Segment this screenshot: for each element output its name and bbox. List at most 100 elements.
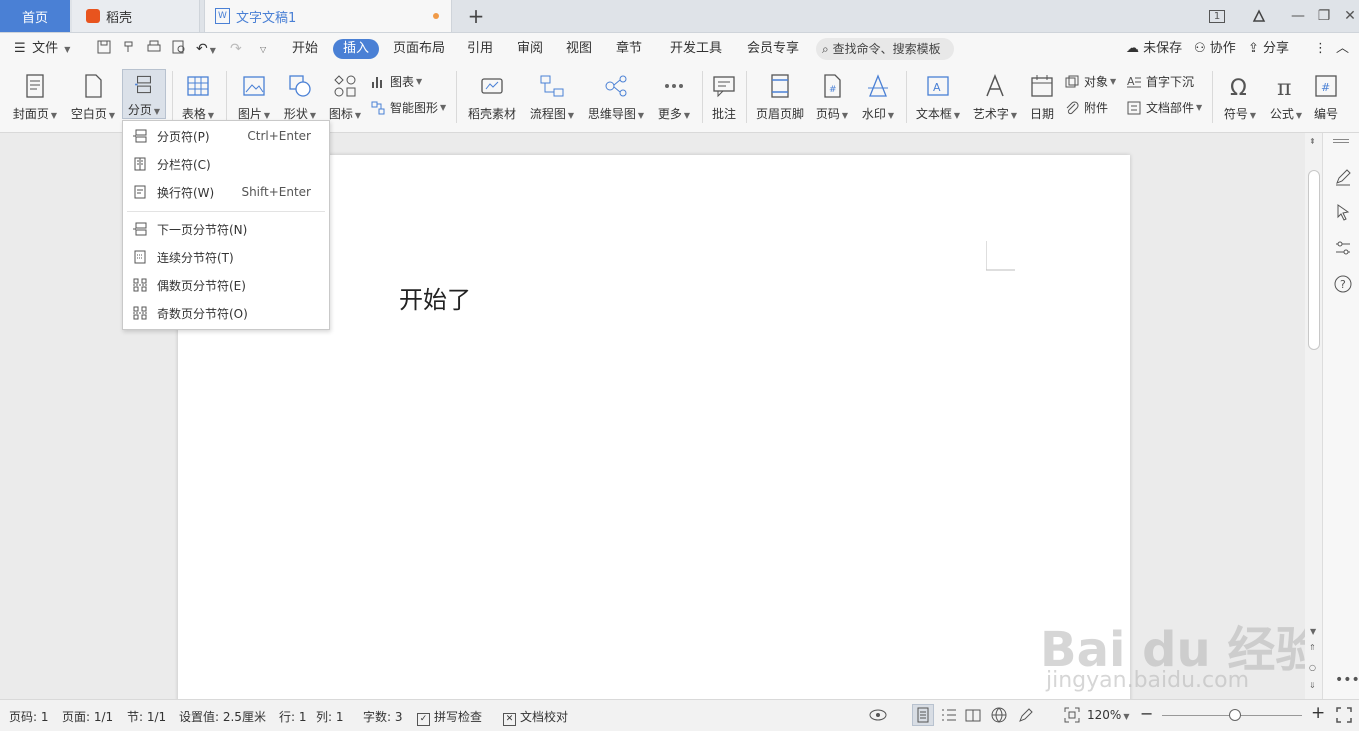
sidebar-collapse-icon[interactable]: [1333, 139, 1349, 143]
smartart-button[interactable]: 智能图形 ▼: [370, 98, 446, 118]
menu-start[interactable]: 开始: [292, 39, 318, 59]
unsaved-button[interactable]: ☁ 未保存: [1126, 39, 1182, 59]
dropdown-item-odd-page-section[interactable]: 奇数页分节符(O): [123, 300, 329, 326]
docpart-button[interactable]: 文档部件 ▼: [1126, 98, 1202, 118]
web-view-icon[interactable]: [990, 706, 1008, 724]
dropdown-item-line-break[interactable]: 换行符(W) Shift+Enter: [123, 179, 329, 205]
redo-icon[interactable]: ↷: [230, 39, 242, 59]
formula-button[interactable]: π 公式 ▼: [1266, 69, 1306, 125]
next-page-icon[interactable]: ⇓: [1309, 681, 1316, 690]
scroll-top-icon[interactable]: ⇞: [1309, 137, 1316, 146]
prev-page-icon[interactable]: ⇑: [1309, 643, 1316, 652]
date-button[interactable]: 日期: [1026, 69, 1058, 125]
eye-protection-icon[interactable]: [868, 707, 888, 723]
dropdown-item-continuous-section[interactable]: 连续分节符(T): [123, 244, 329, 270]
chart-button[interactable]: 图表 ▼: [370, 72, 422, 92]
numbering-button[interactable]: # 编号: [1310, 69, 1342, 125]
document-text[interactable]: 开始了: [399, 280, 471, 315]
watermark-button[interactable]: 水印 ▼: [858, 69, 898, 125]
format-painter-icon[interactable]: [121, 39, 137, 59]
shape-button[interactable]: 形状 ▼: [280, 69, 320, 125]
table-button[interactable]: 表格 ▼: [178, 69, 218, 125]
dropdown-item-page-break[interactable]: 分页符(P) Ctrl+Enter: [123, 123, 329, 149]
page-number-icon: #: [824, 74, 841, 98]
wordart-button[interactable]: 艺术字 ▼: [970, 69, 1020, 125]
collapse-ribbon-icon[interactable]: ︿: [1336, 39, 1349, 59]
pen-icon[interactable]: [1333, 167, 1353, 187]
page-break-button[interactable]: 分页 ▼: [122, 69, 166, 119]
fit-page-icon[interactable]: [1063, 706, 1081, 724]
more-vertical-icon[interactable]: ⋮: [1314, 39, 1327, 59]
zoom-out-button[interactable]: −: [1140, 704, 1153, 723]
cover-page-button[interactable]: 封面页 ▼: [10, 69, 60, 125]
status-word-count[interactable]: 字数: 3: [363, 708, 403, 725]
quick-access-more-icon[interactable]: ▽: [258, 39, 266, 59]
menu-review[interactable]: 审阅: [517, 39, 543, 59]
edit-pen-icon[interactable]: [1017, 706, 1035, 724]
mindmap-button[interactable]: 思维导图 ▼: [586, 69, 646, 125]
zoom-level[interactable]: 120% ▼: [1087, 708, 1129, 722]
attachment-button[interactable]: 附件: [1064, 98, 1108, 118]
tab-home[interactable]: 首页: [0, 0, 70, 32]
save-icon[interactable]: [96, 39, 112, 59]
proofread-button[interactable]: ✕ 文档校对: [503, 708, 568, 726]
command-search-box[interactable]: ⌕ 查找命令、搜索模板: [816, 38, 954, 60]
zoom-slider-handle[interactable]: [1229, 709, 1241, 721]
help-icon[interactable]: ?: [1333, 274, 1353, 294]
skin-icon[interactable]: [1244, 0, 1274, 32]
object-icon: [1065, 75, 1079, 88]
share-button[interactable]: ⇪ 分享: [1248, 39, 1289, 59]
status-row: 行: 1: [279, 710, 307, 724]
page-indicator-label: 1: [1208, 9, 1226, 23]
page-view-indicator[interactable]: 1: [1202, 0, 1232, 32]
select-cursor-icon[interactable]: [1333, 202, 1353, 222]
reading-view-icon[interactable]: [964, 707, 982, 723]
more-button[interactable]: 更多 ▼: [654, 69, 694, 125]
new-tab-button[interactable]: +: [466, 0, 486, 32]
dropdown-item-next-page-section[interactable]: 下一页分节符(N): [123, 216, 329, 242]
tab-daoke[interactable]: 稻壳: [72, 0, 200, 32]
dropcap-label: 首字下沉: [1146, 75, 1195, 89]
picture-button[interactable]: 图片 ▼: [234, 69, 274, 125]
select-browse-icon[interactable]: ○: [1309, 663, 1316, 672]
outline-view-icon[interactable]: [940, 707, 958, 723]
tab-document[interactable]: W 文字文稿1: [204, 0, 452, 32]
flowchart-button[interactable]: 流程图 ▼: [528, 69, 576, 125]
undo-icon[interactable]: ↶ ▼: [196, 39, 216, 59]
textbox-button[interactable]: A 文本框 ▼: [914, 69, 962, 125]
print-preview-icon[interactable]: [171, 39, 187, 59]
dropdown-item-even-page-section[interactable]: 偶数页分节符(E): [123, 272, 329, 298]
menu-references[interactable]: 引用: [467, 39, 493, 59]
adjust-sliders-icon[interactable]: [1333, 238, 1353, 258]
menu-member[interactable]: 会员专享: [747, 39, 799, 59]
fullscreen-icon[interactable]: [1335, 706, 1353, 724]
print-icon[interactable]: [146, 39, 162, 59]
daoke-material-button[interactable]: 稻壳素材: [466, 69, 518, 125]
spellcheck-button[interactable]: ✓ 拼写检查: [417, 708, 482, 726]
zoom-in-button[interactable]: +: [1311, 703, 1325, 723]
header-footer-button[interactable]: 页眉页脚: [754, 69, 806, 125]
page-number-button[interactable]: # 页码 ▼: [812, 69, 852, 125]
blank-page-button[interactable]: 空白页 ▼: [68, 69, 118, 125]
menu-insert[interactable]: 插入: [333, 39, 380, 59]
object-button[interactable]: 对象 ▼: [1064, 72, 1116, 92]
page-view-button[interactable]: [912, 704, 934, 726]
file-menu[interactable]: ☰ 文件 ▼: [14, 39, 70, 59]
menu-section[interactable]: 章节: [616, 39, 642, 59]
dropcap-button[interactable]: A 首字下沉: [1126, 72, 1194, 92]
scroll-down-icon[interactable]: ▼: [1310, 627, 1316, 636]
svg-text:?: ?: [1340, 278, 1346, 291]
scrollbar-thumb[interactable]: [1308, 170, 1320, 350]
menu-developer[interactable]: 开发工具: [670, 39, 722, 59]
close-button[interactable]: ✕: [1335, 0, 1359, 32]
dropdown-item-column-break[interactable]: 分栏符(C): [123, 151, 329, 177]
menu-page-layout[interactable]: 页面布局: [393, 39, 445, 59]
symbol-button[interactable]: Ω 符号 ▼: [1220, 69, 1260, 125]
menu-view[interactable]: 视图: [566, 39, 592, 59]
more-horizontal-icon[interactable]: •••: [1335, 672, 1359, 688]
blank-page-icon: [85, 74, 102, 98]
collaborate-button[interactable]: ⚇ 协作: [1194, 39, 1236, 59]
icon-library-button[interactable]: 图标 ▼: [325, 69, 365, 125]
zoom-label: 120%: [1087, 708, 1122, 722]
comment-button[interactable]: 批注: [708, 69, 740, 125]
